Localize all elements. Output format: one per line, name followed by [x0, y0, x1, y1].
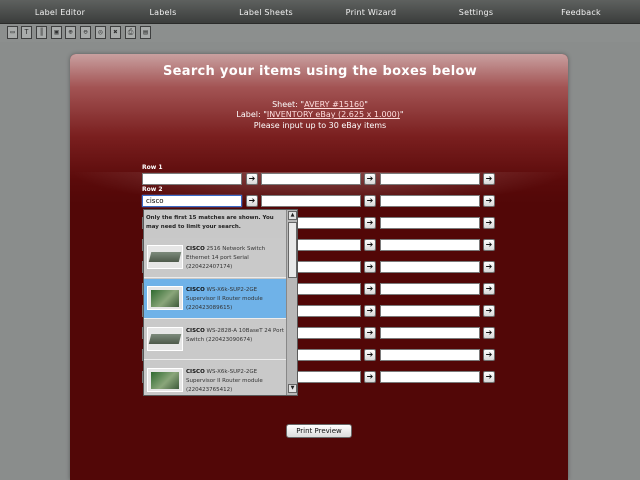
top-nav: Label Editor Labels Label Sheets Print W…	[0, 0, 640, 24]
go-arrow-icon[interactable]: ➔	[364, 239, 376, 251]
label-link[interactable]: INVENTORY eBay (2.625 x 1.000)	[267, 110, 400, 119]
suggestion-text: CISCO WS-X6k-SUP2-2GE Supervisor II Rout…	[186, 368, 284, 395]
item-search-field[interactable]	[380, 371, 480, 383]
sheet-info: Sheet: "AVERY #15160"	[0, 100, 640, 109]
page-title: Search your items using the boxes below	[162, 64, 477, 79]
product-thumbnail	[147, 245, 183, 269]
thumbnail-graphic	[151, 290, 179, 307]
item-search-field[interactable]	[380, 217, 480, 229]
suggestion-item[interactable]: CISCO WS-X6k-SUP2-2GE Supervisor II Rout…	[144, 361, 286, 395]
sheet-prefix: Sheet: "	[272, 100, 305, 109]
suggestion-text: CISCO 2516 Network Switch Ethernet 14 po…	[186, 245, 284, 272]
go-arrow-icon[interactable]: ➔	[483, 305, 495, 317]
go-arrow-icon[interactable]: ➔	[483, 327, 495, 339]
item-search-field[interactable]	[261, 173, 361, 185]
go-arrow-icon[interactable]: ➔	[364, 349, 376, 361]
image-icon[interactable]: ▣	[51, 26, 62, 39]
suggestion-item[interactable]: CISCO 2516 Network Switch Ethernet 14 po…	[144, 238, 286, 278]
suggestion-dropdown: Only the first 15 matches are shown. You…	[143, 209, 298, 396]
editor-toolbar: ▭ T ║ ▣ ⊕ ⊖ ◎ ✖ ⎙ ▤	[0, 24, 640, 42]
item-search-field[interactable]	[380, 349, 480, 361]
go-arrow-icon[interactable]: ➔	[483, 217, 495, 229]
go-arrow-icon[interactable]: ➔	[246, 173, 258, 185]
print-icon[interactable]: ⎙	[125, 26, 136, 39]
item-search-field[interactable]	[380, 173, 480, 185]
sheet-link[interactable]: AVERY #15160	[304, 100, 364, 109]
barcode-icon[interactable]: ║	[36, 26, 47, 39]
label-info: Label: "INVENTORY eBay (2.625 x 1.000)"	[0, 110, 640, 119]
item-search-field[interactable]	[261, 195, 361, 207]
go-arrow-icon[interactable]: ➔	[483, 349, 495, 361]
dropdown-scrollbar[interactable]: ▲ ▼	[286, 210, 297, 395]
active-search-field[interactable]: cisco	[142, 195, 242, 207]
go-arrow-icon[interactable]: ➔	[364, 195, 376, 207]
item-search-field[interactable]	[380, 239, 480, 251]
item-search-field[interactable]	[380, 283, 480, 295]
rect-icon[interactable]: ▭	[7, 26, 18, 39]
dropdown-note: Only the first 15 matches are shown. You…	[146, 215, 274, 230]
nav-settings[interactable]: Settings	[459, 0, 493, 24]
suggestion-brand: CISCO	[186, 287, 205, 293]
go-arrow-icon[interactable]: ➔	[364, 217, 376, 229]
go-arrow-icon[interactable]: ➔	[246, 195, 258, 207]
go-arrow-icon[interactable]: ➔	[364, 305, 376, 317]
go-arrow-icon[interactable]: ➔	[364, 173, 376, 185]
nav-print-wizard[interactable]: Print Wizard	[346, 0, 397, 24]
thumbnail-graphic	[148, 334, 182, 344]
zoom-fit-icon[interactable]: ◎	[95, 26, 106, 39]
product-thumbnail	[147, 286, 183, 310]
scroll-thumb[interactable]	[288, 222, 297, 278]
label-suffix: "	[399, 110, 404, 119]
nav-label-editor[interactable]: Label Editor	[35, 0, 85, 24]
scroll-up-icon[interactable]: ▲	[288, 211, 297, 220]
nav-labels[interactable]: Labels	[150, 0, 177, 24]
row-1-label: Row 1	[142, 164, 163, 171]
product-thumbnail	[147, 368, 183, 392]
label-prefix: Label: "	[236, 110, 267, 119]
nav-feedback[interactable]: Feedback	[561, 0, 601, 24]
suggestion-text: CISCO WS-X6k-SUP2-2GE Supervisor II Rout…	[186, 286, 284, 313]
go-arrow-icon[interactable]: ➔	[483, 283, 495, 295]
go-arrow-icon[interactable]: ➔	[483, 261, 495, 273]
suggestion-item[interactable]: CISCO WS-2828-A 10BaseT 24 Port Switch (…	[144, 320, 286, 360]
go-arrow-icon[interactable]: ➔	[483, 371, 495, 383]
go-arrow-icon[interactable]: ➔	[364, 283, 376, 295]
text-icon[interactable]: T	[21, 26, 32, 39]
suggestion-brand: CISCO	[186, 328, 205, 334]
product-thumbnail	[147, 327, 183, 351]
go-arrow-icon[interactable]: ➔	[483, 195, 495, 207]
thumbnail-graphic	[151, 372, 179, 389]
thumbnail-graphic	[148, 252, 182, 262]
scroll-down-icon[interactable]: ▼	[288, 384, 297, 393]
suggestion-item[interactable]: CISCO WS-X6k-SUP2-2GE Supervisor II Rout…	[144, 279, 286, 319]
instruction-text: Please input up to 30 eBay items	[253, 121, 387, 130]
row-2-label: Row 2	[142, 186, 163, 193]
go-arrow-icon[interactable]: ➔	[483, 239, 495, 251]
print-preview-button[interactable]: Print Preview	[286, 424, 352, 438]
zoom-in-icon[interactable]: ⊕	[65, 26, 76, 39]
suggestion-text: CISCO WS-2828-A 10BaseT 24 Port Switch (…	[186, 327, 284, 345]
go-arrow-icon[interactable]: ➔	[364, 261, 376, 273]
delete-icon[interactable]: ✖	[110, 26, 121, 39]
item-search-field[interactable]	[380, 327, 480, 339]
go-arrow-icon[interactable]: ➔	[483, 173, 495, 185]
item-search-field[interactable]	[380, 195, 480, 207]
item-search-field[interactable]	[380, 305, 480, 317]
sheet-suffix: "	[364, 100, 368, 109]
suggestion-brand: CISCO	[186, 246, 205, 252]
item-search-field[interactable]	[142, 173, 242, 185]
nav-label-sheets[interactable]: Label Sheets	[239, 0, 293, 24]
zoom-out-icon[interactable]: ⊖	[80, 26, 91, 39]
item-search-field[interactable]	[380, 261, 480, 273]
save-icon[interactable]: ▤	[140, 26, 151, 39]
suggestion-brand: CISCO	[186, 369, 205, 375]
go-arrow-icon[interactable]: ➔	[364, 371, 376, 383]
go-arrow-icon[interactable]: ➔	[364, 327, 376, 339]
